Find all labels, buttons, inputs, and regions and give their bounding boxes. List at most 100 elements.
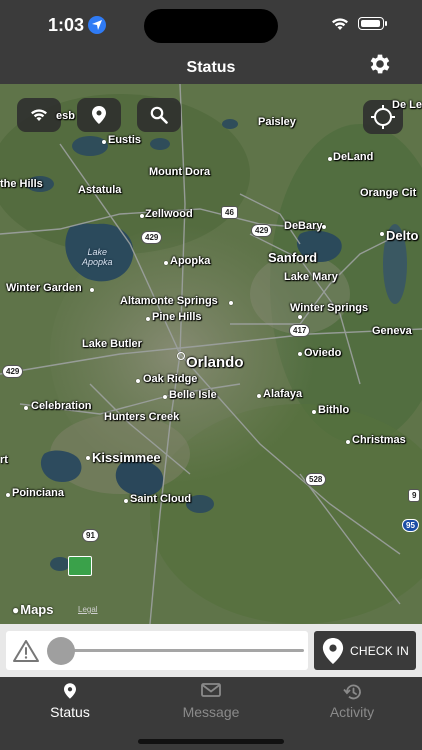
place-label: Paisley (258, 116, 296, 128)
gear-icon[interactable] (367, 51, 393, 77)
place-dot (164, 261, 168, 265)
place-label: Apopka (170, 255, 211, 267)
road-shield: 528 (305, 473, 327, 486)
slider-track[interactable] (58, 649, 304, 652)
place-label: the Hills (0, 178, 43, 190)
home-indicator (138, 739, 284, 744)
tab-label: Message (182, 704, 240, 720)
place-label: Mount Dora (149, 166, 211, 178)
status-time: 1:03 (48, 15, 85, 35)
place-dot (6, 493, 10, 497)
lake-label: Lake Apopka (82, 247, 113, 267)
search-button[interactable] (137, 98, 181, 132)
tab-bar: Status Message Activity (0, 677, 422, 750)
wifi-signal-icon (332, 18, 348, 30)
road-shield: 417 (289, 324, 311, 337)
road-shield: 91 (82, 529, 99, 542)
map-pin-icon (64, 683, 76, 699)
tab-status[interactable]: Status (0, 677, 140, 727)
slider-thumb[interactable] (47, 637, 75, 665)
place-label: Winter Springs (290, 302, 369, 314)
location-pin-button[interactable] (77, 98, 121, 132)
tab-label: Status (50, 704, 90, 720)
place-dot (328, 157, 332, 161)
wifi-icon (31, 109, 47, 121)
map-pin-icon (92, 106, 106, 124)
place-dot (257, 394, 261, 398)
road-shield: 46 (221, 206, 238, 219)
checkin-controls: CHECK IN (0, 624, 422, 677)
place-label: esb (56, 110, 75, 122)
location-arrow-icon (88, 16, 106, 34)
place-dot (86, 456, 90, 460)
place-label: Eustis (108, 134, 142, 146)
place-dot (24, 406, 28, 410)
place-label: Lake Butler (82, 338, 142, 350)
place-label: Astatula (78, 184, 122, 196)
satellite-map[interactable]: esb Paisley De Le Eustis DeLand Mount Do… (0, 84, 422, 624)
place-label: Oak Ridge (143, 373, 198, 385)
place-label: Poinciana (12, 487, 64, 499)
place-label: Belle Isle (169, 389, 217, 401)
map-pin-icon (322, 638, 344, 664)
sos-slider[interactable] (6, 631, 308, 670)
place-label: Winter Garden (6, 282, 82, 294)
apple-logo-icon: ● (12, 603, 20, 617)
place-label: Sanford (268, 250, 318, 265)
place-dot (163, 395, 167, 399)
place-label: Hunters Creek (104, 411, 180, 423)
place-label: Saint Cloud (130, 493, 192, 505)
interstate-shield: 95 (402, 519, 419, 532)
history-icon (343, 684, 361, 700)
place-label: Delto (386, 228, 419, 243)
tab-label: Activity (329, 704, 375, 720)
place-dot (312, 410, 316, 414)
place-label: DeLand (333, 151, 374, 163)
place-label: Oviedo (304, 347, 342, 359)
place-label: Christmas (352, 434, 406, 446)
road-shield: 429 (2, 365, 24, 378)
place-dot (146, 317, 150, 321)
place-dot (322, 225, 326, 229)
place-dot (136, 379, 140, 383)
warning-icon (13, 640, 39, 662)
status-bar: 1:03 (0, 0, 422, 50)
place-label: Alafaya (263, 388, 303, 400)
tab-message[interactable]: Message (141, 677, 281, 727)
search-icon (150, 106, 168, 124)
place-dot (229, 301, 233, 305)
check-in-label: CHECK IN (350, 644, 409, 658)
check-in-button[interactable]: CHECK IN (314, 631, 416, 670)
maps-attribution: ●Maps (12, 602, 54, 617)
place-label: DeBary (284, 220, 323, 232)
place-label: Celebration (31, 400, 92, 412)
place-dot (380, 232, 384, 236)
page-title: Status (186, 59, 236, 76)
place-dot (298, 315, 302, 319)
place-label: Orange Cit (360, 187, 417, 199)
dynamic-island (144, 9, 278, 43)
place-label: Lake Mary (284, 271, 338, 283)
place-dot (140, 214, 144, 218)
navigation-bar: Status (0, 50, 422, 84)
envelope-icon (201, 683, 221, 697)
place-dot (298, 352, 302, 356)
place-label: rt (0, 454, 8, 466)
wifi-filter-button[interactable] (17, 98, 61, 132)
road-shield: 429 (141, 231, 163, 244)
battery-icon (358, 17, 387, 30)
turnpike-shield-icon (68, 556, 92, 576)
place-dot (90, 288, 94, 292)
place-label: Geneva (372, 325, 412, 337)
road-shield: 9 (408, 489, 421, 502)
tab-activity[interactable]: Activity (282, 677, 422, 727)
place-label: Altamonte Springs (120, 295, 218, 307)
place-label-major: Orlando (186, 354, 244, 371)
place-label: Pine Hills (152, 311, 202, 323)
legal-link[interactable]: Legal (78, 605, 98, 614)
place-label: Bithlo (318, 404, 350, 416)
place-dot (124, 499, 128, 503)
place-label: Kissimmee (92, 450, 161, 465)
city-marker (177, 352, 185, 360)
place-dot (346, 440, 350, 444)
